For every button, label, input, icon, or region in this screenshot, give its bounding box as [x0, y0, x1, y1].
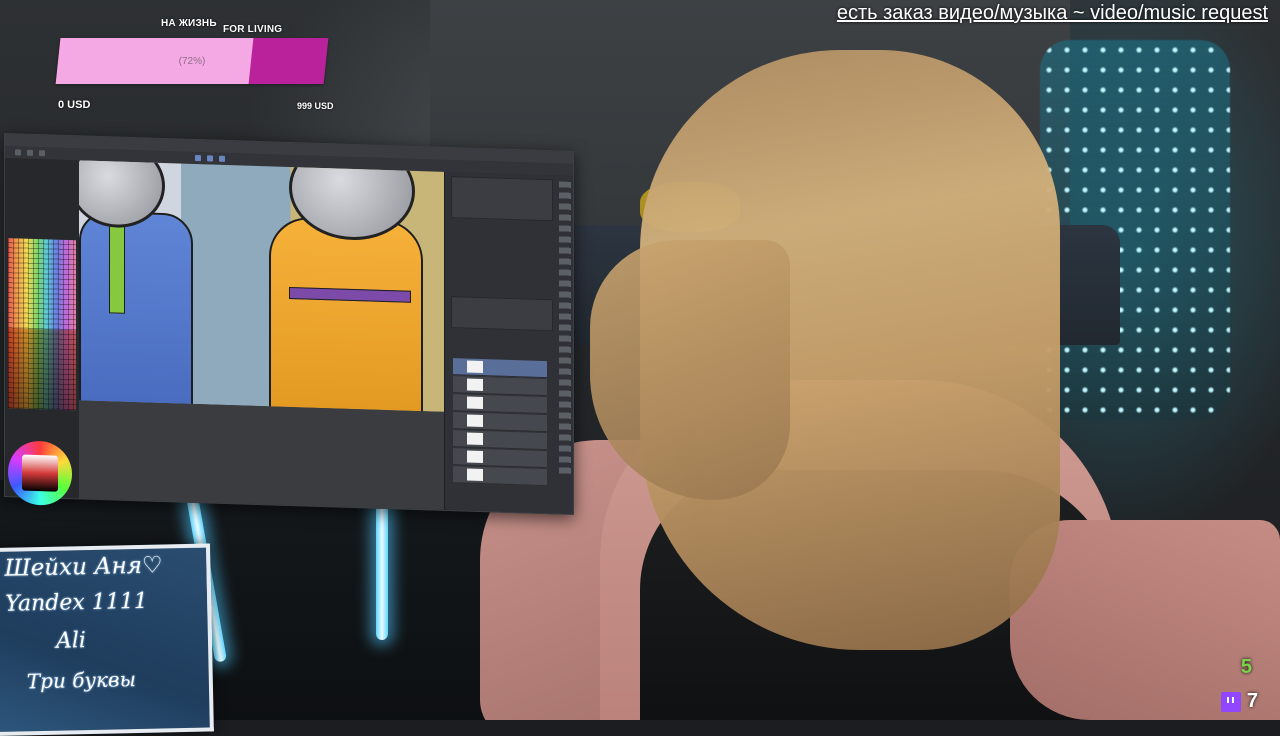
- layer-row[interactable]: [453, 358, 547, 379]
- layer-thumbnail-icon: [467, 378, 483, 392]
- sign-line: Шейхи Аня♡: [4, 552, 163, 582]
- viewer-count: 7: [1246, 690, 1258, 712]
- handwritten-sign: Шейхи Аня♡ Yandex 1111 Ali Три буквы: [0, 543, 214, 736]
- tool-icon[interactable]: [207, 155, 213, 162]
- goal-max-label: 999 USD: [297, 101, 334, 111]
- donation-goal-widget: НА ЖИЗНЬ FOR LIVING (72%) 0 USD 999 USD: [52, 12, 342, 122]
- tool-icon[interactable]: [27, 149, 33, 156]
- twitch-icon: [1220, 691, 1241, 712]
- color-wheel-icon[interactable]: [8, 440, 72, 507]
- layer-thumbnail-icon: [467, 468, 483, 482]
- heart-icon: ♡: [141, 552, 163, 579]
- goal-label-en: FOR LIVING: [223, 24, 283, 35]
- layer-row[interactable]: [453, 448, 547, 469]
- color-swatches-skin[interactable]: [8, 328, 76, 411]
- layer-row[interactable]: [453, 412, 547, 433]
- layer-row[interactable]: [453, 466, 547, 487]
- goal-progress-text: (72%): [178, 55, 206, 67]
- tool-icon[interactable]: [39, 150, 45, 157]
- painting-app-window: [4, 133, 574, 515]
- follower-count: 5: [1240, 656, 1252, 678]
- layer-thumbnail-icon: [467, 396, 483, 410]
- request-banner[interactable]: есть заказ видео/музыка ~ video/music re…: [837, 2, 1268, 25]
- drawing-canvas[interactable]: [79, 160, 444, 412]
- layer-thumbnail-icon: [467, 414, 483, 428]
- layer-row[interactable]: [453, 376, 547, 397]
- layer-row[interactable]: [453, 394, 547, 415]
- brush-settings-box[interactable]: [451, 176, 553, 222]
- astronaut-orange: [269, 216, 423, 412]
- goal-label-ru: НА ЖИЗНЬ: [161, 18, 217, 29]
- tool-strip[interactable]: [559, 181, 571, 474]
- layers-panel: [444, 171, 573, 514]
- goal-min-label: 0 USD: [58, 99, 91, 111]
- sign-line: Yandex 1111: [4, 588, 149, 617]
- viewer-counter: 7: [1220, 690, 1258, 713]
- layer-row[interactable]: [453, 430, 547, 451]
- palette-panel: [5, 158, 79, 507]
- canvas-area-empty: [79, 400, 444, 510]
- layer-thumbnail-icon: [467, 450, 483, 464]
- layer-thumbnail-icon: [467, 432, 483, 446]
- sign-line: Три буквы: [26, 667, 137, 694]
- sign-line: Ali: [55, 628, 87, 654]
- layer-thumbnail-icon: [467, 360, 483, 374]
- astronaut-blue: [79, 210, 193, 408]
- goal-progress-bar: (72%): [55, 38, 329, 84]
- tool-icon[interactable]: [195, 155, 201, 162]
- tool-icon[interactable]: [219, 155, 225, 162]
- tool-icon[interactable]: [15, 149, 21, 156]
- brush-preview-box[interactable]: [451, 296, 553, 332]
